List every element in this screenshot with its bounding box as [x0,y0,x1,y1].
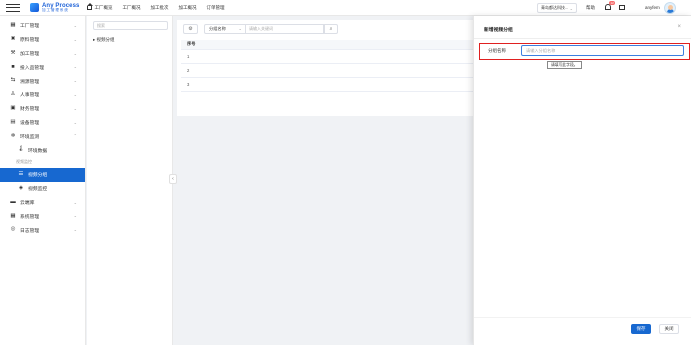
search-input[interactable]: 请输入关键词 [246,24,324,34]
notification-badge: 12 [609,1,616,5]
thermometer-icon: 🌡 [17,146,25,153]
chevron-down-icon: ⌄ [73,119,77,125]
sidebar-item-hr[interactable]: ♙ 人事管理 ⌄ [0,88,85,102]
trace-icon: ⇆ [10,77,16,84]
close-icon[interactable]: × [677,24,681,30]
drawer-title: 新增视频分组 [484,28,513,33]
hamburger-menu-icon[interactable] [6,3,20,12]
top-header: Any Process 加 工 管 理 系 统 工厂概览 工厂概况 加工批次 加… [0,0,691,16]
group-tree-panel: 搜索 ▸ 视频分组 [87,16,173,345]
col-header-index: 序号 [181,40,311,50]
top-nav: 工厂概览 工厂概况 加工批次 加工概况 订单管理 [87,2,234,11]
sidebar-item-video-monitor[interactable]: ◈ 视频监控 [0,182,85,196]
sidebar-item-env-data[interactable]: 🌡 环境数据 [0,143,85,157]
settings-gear-icon[interactable]: ⚙ [183,24,198,34]
group-name-input[interactable]: 请输入分组名称 [521,45,684,56]
sidebar-item-environment[interactable]: ✲ 环境监测 ⌃ [0,129,85,143]
cross-icon: ✖ [10,35,16,42]
search-icon[interactable]: ⌕ [324,24,338,34]
chevron-down-icon: ⌄ [238,26,242,31]
device-icon: ▤ [10,118,16,125]
chevron-down-icon: ⌄ [73,50,77,56]
divider [474,317,691,318]
sidebar-item-processing[interactable]: ⚒ 加工管理 ⌄ [0,47,85,61]
sidebar-item-video-group[interactable]: ☰ 视频分组 [0,167,85,182]
log-icon: ◎ [10,226,16,233]
sidebar-item-factory[interactable]: ▦ 工厂管理 ⌄ [0,19,85,33]
divider [474,38,691,39]
topnav-factory-overview[interactable]: 工厂概览 [87,2,112,11]
cloud-icon: ▬ [10,198,16,205]
sidebar-item-cloud[interactable]: ▬ 云端库 ⌄ [0,196,85,210]
system-icon: ▦ [10,212,16,219]
chevron-down-icon: ⌄ [73,199,77,205]
chevron-down-icon: ⌄ [73,105,77,111]
chevron-down-icon: ⌄ [73,227,77,233]
mail-icon[interactable] [619,5,625,10]
chevron-down-icon: ⌄ [569,6,573,11]
box-icon: ■ [11,63,15,70]
grid-icon: ▦ [10,22,16,29]
search-field-select[interactable]: 分组名称 ⌄ [204,24,246,34]
logo-mark-icon [30,3,39,12]
logo[interactable]: Any Process 加 工 管 理 系 统 [30,3,79,13]
tree-search-input[interactable]: 搜索 [93,21,168,30]
collapse-chevron-left-icon[interactable]: ‹ [169,174,177,184]
sidebar-item-material[interactable]: ✖ 原料管理 ⌄ [0,33,85,47]
sidebar-item-system[interactable]: ▦ 系统管理 ⌄ [0,209,85,223]
sidebar-item-finance[interactable]: ▣ 财务管理 ⌄ [0,102,85,116]
home-icon [87,2,94,10]
finance-icon: ▣ [10,104,16,111]
topnav-process-batch[interactable]: 加工批次 [150,5,168,11]
chevron-down-icon: ⌄ [73,213,77,219]
tool-icon: ⚒ [10,49,16,56]
sidebar-item-log[interactable]: ◎ 日志管理 ⌄ [0,223,85,237]
company-select[interactable]: 青岛都达科技... ⌄ [537,3,577,13]
sidebar-item-inputs[interactable]: ■ 投入品管理 ⌄ [0,60,85,74]
add-group-drawer: 新增视频分组 × 分组名称 请输入分组名称 请填写此字段。 保存 关闭 [473,16,691,345]
sidebar-item-device[interactable]: ▤ 设备管理 ⌄ [0,116,85,130]
help-link[interactable]: 帮助 [586,5,595,11]
validation-tooltip: 请填写此字段。 [547,61,582,69]
chevron-down-icon: ⌄ [73,36,77,42]
group-name-label: 分组名称 [488,48,506,53]
chevron-down-icon: ⌄ [73,23,77,28]
topnav-process-overview[interactable]: 加工概况 [178,5,196,11]
topnav-factory-status[interactable]: 工厂概况 [122,5,140,11]
sidebar-group-video: 视频监控 [16,159,32,165]
save-button[interactable]: 保存 [631,324,651,334]
people-icon: ♙ [10,91,16,98]
logo-subtitle: 加 工 管 理 系 统 [42,7,68,12]
app-root: Any Process 加 工 管 理 系 统 工厂概览 工厂概况 加工批次 加… [0,0,691,345]
avatar[interactable] [664,2,676,14]
sidebar: ▦ 工厂管理 ⌄ ✖ 原料管理 ⌄ ⚒ 加工管理 ⌄ ■ 投入品管理 ⌄ ⇆ 溯… [0,16,86,345]
monitor-icon: ✲ [10,132,16,139]
username[interactable]: anyfem [645,5,660,10]
close-button[interactable]: 关闭 [659,324,679,334]
chevron-down-icon: ⌄ [73,78,77,84]
tree-node-video-group[interactable]: ▸ 视频分组 [93,37,115,43]
chevron-down-icon: ⌄ [73,91,77,97]
list-icon: ☰ [18,171,24,178]
sidebar-item-trace[interactable]: ⇆ 溯源管理 ⌄ [0,74,85,88]
chevron-up-icon: ⌃ [73,133,77,139]
chevron-down-icon: ⌄ [73,64,77,70]
camera-icon: ◈ [18,184,24,191]
topnav-order-management[interactable]: 订单管理 [206,5,224,11]
